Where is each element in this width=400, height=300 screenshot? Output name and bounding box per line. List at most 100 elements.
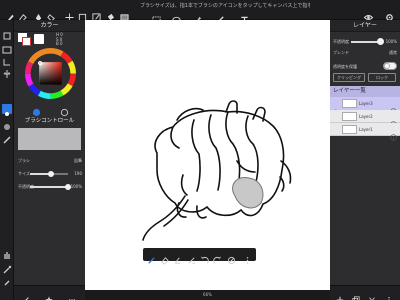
lasso-select-icon[interactable] — [172, 10, 181, 24]
layer-panel: レイヤー 不透明度 100% ブレンド 通常 透明度を保護 クリッピング ロック… — [330, 20, 400, 300]
size-slider-knob[interactable] — [47, 171, 54, 177]
lock-button[interactable]: ロック — [368, 73, 396, 82]
blend-mode-row[interactable]: ブレンド 通常 — [330, 47, 400, 58]
quick-fill-icon[interactable] — [187, 250, 196, 264]
brush-size-row: サイズ 190 — [16, 168, 84, 181]
more-actions-icon[interactable] — [243, 250, 252, 264]
hint-text: ブラシサイズは、指1本でブラシのアイコンをタップしてキャンバス上で指を動かすと変… — [140, 3, 310, 9]
background-color-swatch[interactable] — [22, 37, 31, 46]
layer-menu-icon[interactable] — [385, 289, 393, 300]
magic-wand-icon[interactable] — [193, 10, 202, 25]
transform-icon[interactable] — [78, 7, 87, 22]
brush-opacity-row: 不透明度 100% — [16, 181, 84, 194]
layers-toggle-icon[interactable] — [2, 26, 12, 40]
rect-select-icon[interactable] — [152, 10, 161, 25]
opacity-slider-fill — [30, 186, 68, 188]
layer-opacity-knob[interactable] — [377, 38, 384, 45]
transform-rail-icon[interactable] — [2, 52, 12, 66]
gear-icon[interactable] — [385, 7, 394, 21]
duplicate-layer-icon[interactable] — [352, 289, 360, 300]
layer-visibility-icon[interactable] — [331, 100, 340, 114]
color-swatch-row: H 0 S 0 B 0 — [18, 32, 82, 47]
star-icon[interactable] — [45, 289, 53, 300]
brush-name: 鉛筆 — [74, 158, 82, 163]
white-color-swatch[interactable] — [34, 34, 44, 44]
brush-tab-icon[interactable] — [22, 289, 30, 300]
blend-value: 通常 — [389, 50, 397, 55]
move-icon[interactable] — [65, 7, 74, 22]
quick-brush-icon[interactable] — [147, 250, 156, 264]
top-toolbar: ブラシサイズは、指1本でブラシのアイコンをタップしてキャンバス上で指を動かすと変… — [0, 0, 400, 25]
add-layer-icon[interactable] — [336, 289, 344, 300]
eraser-icon[interactable] — [18, 7, 27, 22]
bucket-icon[interactable] — [106, 7, 115, 21]
quick-clear-icon[interactable] — [173, 250, 182, 264]
size-slider[interactable] — [30, 171, 68, 177]
color-mode-switch — [28, 102, 85, 117]
brush-type-row[interactable]: ブラシ 鉛筆 — [16, 155, 84, 168]
clear-layer-icon[interactable] — [227, 250, 236, 265]
hand-icon[interactable] — [2, 245, 12, 259]
gradient-icon[interactable] — [120, 7, 129, 21]
clip-lock-row: クリッピング ロック — [330, 72, 400, 84]
pen-tool-icon[interactable] — [6, 7, 15, 22]
color-wheel[interactable] — [25, 48, 76, 99]
palette-mode-icon[interactable] — [60, 102, 69, 117]
size-label: サイズ — [18, 171, 30, 176]
brush-label: ブラシ — [18, 158, 30, 163]
eyedropper-icon[interactable] — [2, 260, 12, 274]
undo-icon[interactable] — [200, 250, 209, 264]
hsb-readout: H 0 S 0 B 0 — [56, 32, 63, 47]
quick-eraser-icon[interactable] — [160, 250, 169, 265]
line-tool-icon[interactable] — [2, 130, 12, 144]
quick-action-bar — [143, 248, 256, 265]
layer-info-icon[interactable] — [390, 113, 397, 128]
protect-alpha-label: 透明度を保護 — [333, 64, 357, 69]
navigator-icon[interactable] — [2, 40, 12, 54]
undo-rail-icon[interactable] — [2, 274, 12, 286]
color-wheel-mode-icon[interactable] — [32, 102, 41, 117]
layer-bottom-bar — [330, 285, 400, 300]
flip-icon[interactable] — [2, 64, 12, 78]
layer-name: Layer2 — [359, 114, 373, 119]
opacity-value: 100% — [70, 184, 82, 189]
zoom-status: 66% — [85, 290, 330, 300]
redo-icon[interactable] — [213, 250, 222, 264]
merge-layer-icon[interactable] — [368, 289, 376, 300]
layer-name: Layer1 — [359, 127, 373, 132]
toggle-knob — [384, 63, 390, 69]
left-bottom-bar — [14, 285, 85, 300]
layer-info-icon[interactable] — [390, 126, 397, 141]
brush-preview — [18, 128, 81, 150]
layer-row[interactable]: Layer3 — [330, 97, 400, 115]
layer-opacity-row: 不透明度 100% — [330, 36, 400, 47]
layer-panel-title: レイヤー — [330, 20, 400, 32]
layer-info-icon[interactable] — [390, 100, 397, 115]
more-icon[interactable] — [68, 289, 76, 300]
layer-opacity-label: 不透明度 — [333, 39, 349, 44]
ruler-icon[interactable] — [216, 10, 225, 24]
clipping-button[interactable]: クリッピング — [333, 73, 365, 82]
left-tool-rail — [0, 20, 14, 300]
layer-opacity-value: 100% — [385, 39, 397, 44]
layer-row[interactable]: Layer2 — [330, 110, 400, 128]
opacity-slider[interactable] — [30, 184, 71, 190]
protect-alpha-toggle[interactable] — [383, 62, 397, 70]
layer-row[interactable]: Layer1 — [330, 123, 400, 141]
layer-list-header: レイヤー一覧 — [330, 86, 400, 97]
protect-alpha-row: 透明度を保護 — [330, 61, 400, 72]
brush-panel-tab[interactable] — [2, 104, 12, 116]
layer-name: Layer3 — [359, 101, 373, 106]
color-panel-title: カラー — [14, 20, 85, 32]
eye-icon[interactable] — [363, 7, 374, 20]
brush-settings: ブラシ 鉛筆 サイズ 190 不透明度 100% — [16, 155, 84, 194]
layer-thumbnail — [342, 99, 357, 108]
text-icon[interactable] — [240, 10, 249, 25]
brush-control-title: ブラシコントロール — [24, 118, 75, 124]
blur-tool-icon[interactable] — [2, 117, 12, 130]
size-value: 190 — [74, 171, 82, 176]
blend-label: ブレンド — [333, 50, 349, 55]
selection-pen-icon[interactable] — [92, 7, 101, 22]
smudge-icon[interactable] — [34, 7, 43, 22]
fill-icon[interactable] — [47, 7, 56, 22]
